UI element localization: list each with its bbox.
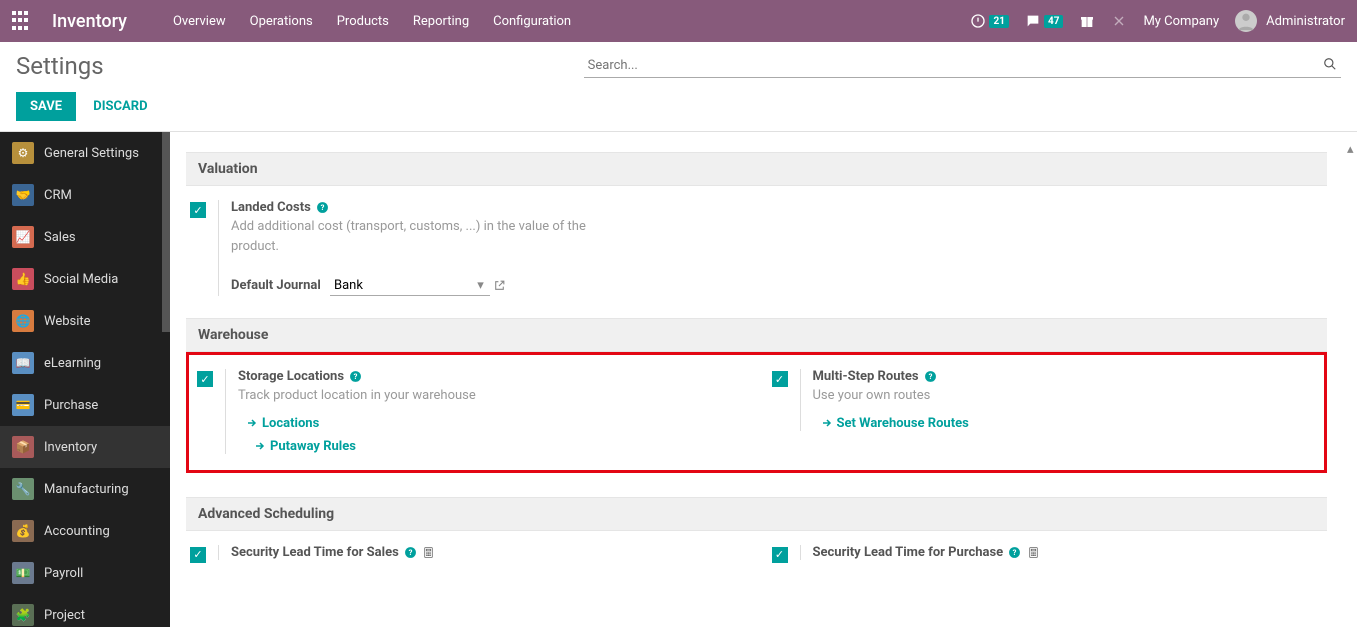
svg-text:?: ?	[928, 372, 932, 381]
landed-costs-desc: Add additional cost (transport, customs,…	[231, 217, 591, 256]
help-icon[interactable]: ?	[316, 200, 329, 215]
page-title: Settings	[16, 52, 104, 80]
section-warehouse: Warehouse	[186, 318, 1327, 352]
sidebar-item-purchase[interactable]: 💳 Purchase	[0, 384, 170, 426]
sidebar-item-label: Sales	[44, 230, 76, 245]
landed-costs-title: Landed Costs	[231, 200, 311, 215]
sidebar-item-payroll[interactable]: 💵 Payroll	[0, 552, 170, 594]
topbar: Settings SAVE DISCARD	[0, 42, 1357, 132]
nav-reporting[interactable]: Reporting	[407, 10, 475, 33]
sidebar-item-general[interactable]: ⚙ General Settings	[0, 132, 170, 174]
card-icon: 💳	[12, 394, 34, 416]
search-input[interactable]	[584, 54, 1341, 78]
nav-menu: Overview Operations Products Reporting C…	[167, 10, 971, 33]
journal-select[interactable]	[330, 276, 490, 296]
gear-icon: ⚙	[12, 142, 34, 164]
company-menu[interactable]: My Company	[1143, 14, 1219, 29]
book-icon: 📖	[12, 352, 34, 374]
checkbox-storage-locations[interactable]: ✓	[197, 371, 213, 387]
avatar	[1235, 10, 1257, 32]
thumb-icon: 👍	[12, 268, 34, 290]
sidebar-item-label: CRM	[44, 188, 72, 203]
section-advanced: Advanced Scheduling	[186, 497, 1327, 531]
external-link-icon[interactable]	[493, 278, 506, 293]
sidebar-item-label: Social Media	[44, 272, 118, 287]
sales-lead-title: Security Lead Time for Sales	[231, 545, 399, 560]
routes-title: Multi-Step Routes	[813, 369, 919, 384]
sidebar-item-label: Project	[44, 608, 85, 623]
save-button[interactable]: SAVE	[16, 92, 76, 121]
box-arrow-icon: 📦	[12, 436, 34, 458]
routes-desc: Use your own routes	[813, 386, 969, 406]
svg-text:?: ?	[321, 203, 325, 212]
sidebar-item-label: Inventory	[44, 440, 97, 455]
journal-label: Default Journal	[231, 278, 321, 293]
updates-badge: 21	[989, 15, 1008, 28]
sidebar-item-label: Accounting	[44, 524, 110, 539]
section-valuation: Valuation	[186, 152, 1327, 186]
money-icon: 💰	[12, 520, 34, 542]
messages-icon[interactable]: 47	[1025, 13, 1063, 29]
handshake-icon: 🤝	[12, 184, 34, 206]
help-icon[interactable]: ?	[404, 545, 417, 560]
highlight-box: ✓ Storage Locations ? Track product loca…	[186, 352, 1327, 473]
sidebar-item-website[interactable]: 🌐 Website	[0, 300, 170, 342]
nav-overview[interactable]: Overview	[167, 10, 232, 33]
chart-icon: 📈	[12, 226, 34, 248]
updates-icon[interactable]: 21	[970, 13, 1008, 29]
help-icon[interactable]: ?	[924, 369, 937, 384]
apps-icon[interactable]	[12, 11, 32, 31]
nav-operations[interactable]: Operations	[244, 10, 319, 33]
user-menu[interactable]: Administrator	[1235, 10, 1345, 32]
sidebar-item-label: Website	[44, 314, 91, 329]
checkbox-landed-costs[interactable]: ✓	[190, 202, 206, 218]
sidebar-item-manufacturing[interactable]: 🔧 Manufacturing	[0, 468, 170, 510]
sidebar-item-project[interactable]: 🧩 Project	[0, 594, 170, 627]
sidebar-item-label: Manufacturing	[44, 482, 129, 497]
nav-products[interactable]: Products	[331, 10, 395, 33]
sidebar-item-accounting[interactable]: 💰 Accounting	[0, 510, 170, 552]
app-brand[interactable]: Inventory	[52, 11, 127, 32]
puzzle-icon: 🧩	[12, 604, 34, 626]
calculator-icon[interactable]	[1027, 545, 1040, 560]
scroll-up-icon[interactable]: ▴	[1347, 142, 1357, 152]
storage-desc: Track product location in your warehouse	[238, 386, 476, 406]
sidebar-scrollbar[interactable]	[162, 132, 170, 332]
sidebar-item-elearning[interactable]: 📖 eLearning	[0, 342, 170, 384]
calculator-icon[interactable]	[422, 545, 435, 560]
payroll-icon: 💵	[12, 562, 34, 584]
navbar: Inventory Overview Operations Products R…	[0, 0, 1357, 42]
messages-badge: 47	[1044, 15, 1063, 28]
sidebar-item-label: General Settings	[44, 146, 139, 161]
sidebar-item-sales[interactable]: 📈 Sales	[0, 216, 170, 258]
main-panel: ▴ Valuation ✓ Landed Costs ? Add additio…	[170, 132, 1357, 627]
help-icon[interactable]: ?	[349, 369, 362, 384]
storage-title: Storage Locations	[238, 369, 344, 384]
tools-icon[interactable]	[1111, 13, 1127, 29]
sidebar: ⚙ General Settings 🤝 CRM 📈 Sales 👍 Social Me…	[0, 132, 170, 627]
wrench-icon: 🔧	[12, 478, 34, 500]
sidebar-item-inventory[interactable]: 📦 Inventory	[0, 426, 170, 468]
checkbox-purchase-lead[interactable]: ✓	[772, 547, 788, 563]
sidebar-item-label: Purchase	[44, 398, 98, 413]
help-icon[interactable]: ?	[1008, 545, 1021, 560]
purchase-lead-title: Security Lead Time for Purchase	[813, 545, 1004, 560]
checkbox-multistep-routes[interactable]: ✓	[772, 371, 788, 387]
sidebar-item-social[interactable]: 👍 Social Media	[0, 258, 170, 300]
putaway-link[interactable]: Putaway Rules	[254, 439, 476, 454]
sidebar-item-label: Payroll	[44, 566, 83, 581]
set-routes-link[interactable]: Set Warehouse Routes	[821, 416, 969, 431]
checkbox-sales-lead[interactable]: ✓	[190, 547, 206, 563]
svg-text:?: ?	[409, 548, 413, 557]
discard-button[interactable]: DISCARD	[79, 92, 161, 121]
search-icon[interactable]	[1323, 56, 1337, 71]
sidebar-item-label: eLearning	[44, 356, 101, 371]
sidebar-item-crm[interactable]: 🤝 CRM	[0, 174, 170, 216]
locations-link[interactable]: Locations	[246, 416, 476, 431]
svg-text:?: ?	[354, 372, 358, 381]
gift-icon[interactable]	[1079, 13, 1095, 29]
svg-text:?: ?	[1013, 548, 1017, 557]
globe-icon: 🌐	[12, 310, 34, 332]
nav-configuration[interactable]: Configuration	[487, 10, 577, 33]
